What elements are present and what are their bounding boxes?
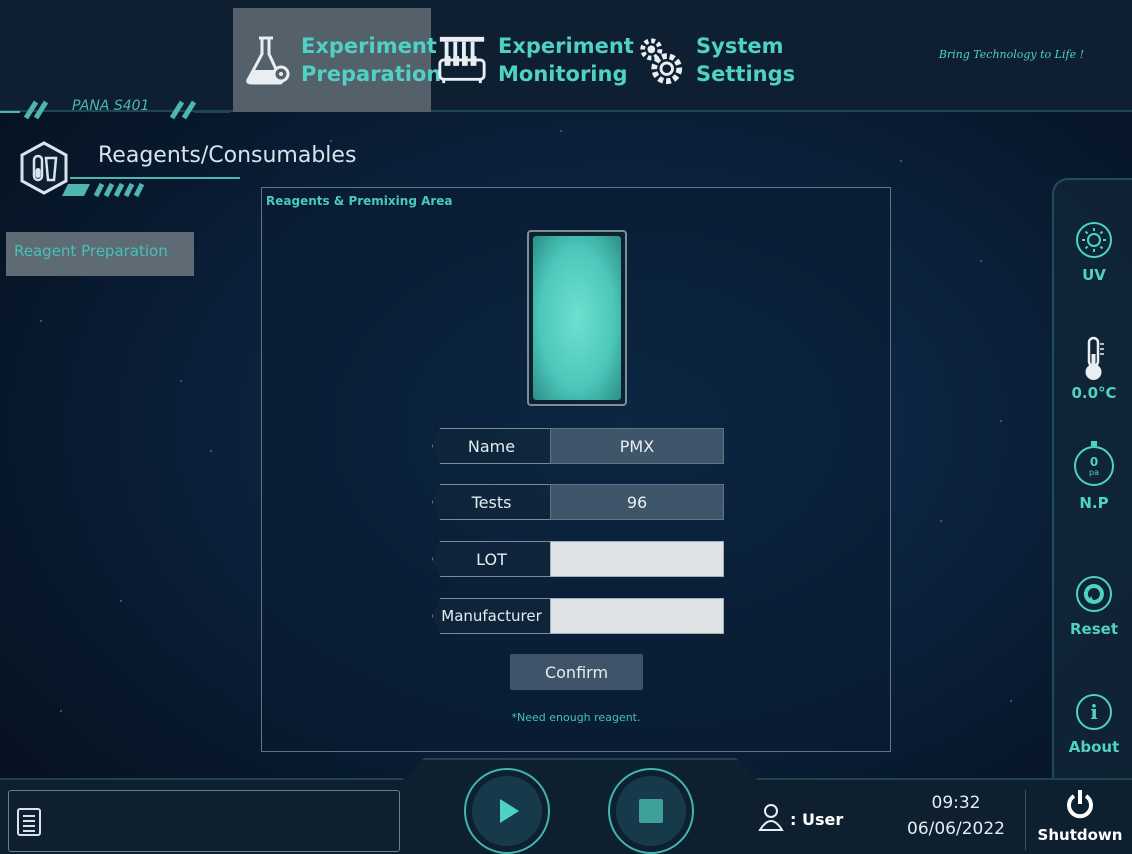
power-icon	[1065, 788, 1095, 820]
manufacturer-input[interactable]	[550, 598, 724, 634]
name-label: Name	[432, 428, 550, 464]
info-icon: i	[1076, 694, 1112, 730]
reset-icon	[1076, 576, 1112, 612]
name-value: PMX	[550, 428, 724, 464]
lot-input[interactable]	[550, 541, 724, 577]
control-hump	[400, 758, 760, 782]
manufacturer-field-row: Manufacturer	[432, 598, 724, 634]
tab-experiment-monitoring-label: Experiment Monitoring	[498, 34, 634, 86]
gears-icon	[634, 34, 686, 86]
tab-experiment-monitoring[interactable]: Experiment Monitoring	[436, 8, 634, 112]
stop-icon	[616, 776, 686, 846]
temperature-value: 0.0°C	[1071, 384, 1117, 402]
user-info[interactable]: : User	[756, 802, 843, 836]
pressure-value: 0	[1089, 454, 1099, 469]
play-icon	[472, 776, 542, 846]
uv-label: UV	[1082, 266, 1106, 284]
panel-title: Reagents & Premixing Area	[266, 194, 453, 208]
reagent-fill	[533, 236, 621, 400]
clock-date: 06/06/2022	[907, 819, 1005, 839]
right-control-rail: UV 0.0°C 0 pa N.P Reset i About	[1052, 178, 1132, 784]
uv-lamp-icon	[1076, 222, 1112, 258]
tab-experiment-preparation[interactable]: Experiment Preparation	[233, 8, 441, 112]
name-field-row: Name PMX	[432, 428, 724, 464]
divider	[1025, 790, 1026, 850]
tests-label: Tests	[432, 484, 550, 520]
start-button[interactable]	[464, 768, 550, 854]
pressure-unit: pa	[1089, 467, 1099, 477]
test-tube-rack-icon	[436, 34, 488, 86]
tests-value: 96	[550, 484, 724, 520]
clock: 09:32 06/06/2022	[894, 790, 1018, 842]
sidebar-item-reagent-preparation[interactable]: Reagent Preparation	[6, 232, 194, 276]
log-document-icon	[17, 808, 41, 836]
about-label: About	[1068, 738, 1120, 756]
reagent-bottle-image	[527, 230, 627, 406]
reagent-note: *Need enough reagent.	[511, 711, 641, 724]
reagents-premixing-panel: Reagents & Premixing Area Name PMX Tests…	[261, 187, 891, 752]
model-strip: PANA S401	[0, 98, 230, 124]
title-underline-deco	[62, 177, 240, 198]
page-title: Reagents/Consumables	[98, 143, 357, 168]
user-label: : User	[790, 809, 844, 829]
about-button[interactable]: i About	[1054, 694, 1132, 756]
slogan-text: Bring Technology to Life !	[938, 48, 1084, 61]
temperature-indicator: 0.0°C	[1054, 336, 1132, 402]
lot-label: LOT	[432, 541, 550, 577]
np-button[interactable]: 0 pa N.P	[1054, 441, 1132, 512]
thermometer-icon	[1076, 336, 1112, 380]
top-navigation-bar: Experiment Preparation Experiment Monito…	[0, 0, 1132, 112]
bottom-status-bar: : User 09:32 06/06/2022 Shutdown	[0, 758, 1132, 854]
clock-time: 09:32	[931, 793, 981, 813]
shutdown-button[interactable]: Shutdown	[1034, 788, 1126, 844]
flask-gear-icon	[243, 34, 291, 86]
uv-button[interactable]: UV	[1054, 222, 1132, 284]
tab-system-settings-label: System Settings	[696, 34, 796, 86]
log-message-box[interactable]	[8, 790, 400, 852]
shutdown-label: Shutdown	[1037, 826, 1123, 844]
np-label: N.P	[1079, 494, 1109, 512]
manufacturer-label: Manufacturer	[432, 598, 550, 634]
reset-label: Reset	[1070, 620, 1118, 638]
tests-field-row: Tests 96	[432, 484, 724, 520]
reset-button[interactable]: Reset	[1054, 576, 1132, 638]
confirm-button[interactable]: Confirm	[510, 654, 643, 690]
stop-button[interactable]	[608, 768, 694, 854]
user-icon	[756, 802, 786, 836]
tab-system-settings[interactable]: System Settings	[634, 8, 804, 112]
tab-experiment-preparation-label: Experiment Preparation	[301, 34, 442, 86]
device-model: PANA S401	[72, 98, 150, 114]
lot-field-row: LOT	[432, 541, 724, 577]
pressure-gauge-icon: 0 pa	[1074, 441, 1114, 486]
